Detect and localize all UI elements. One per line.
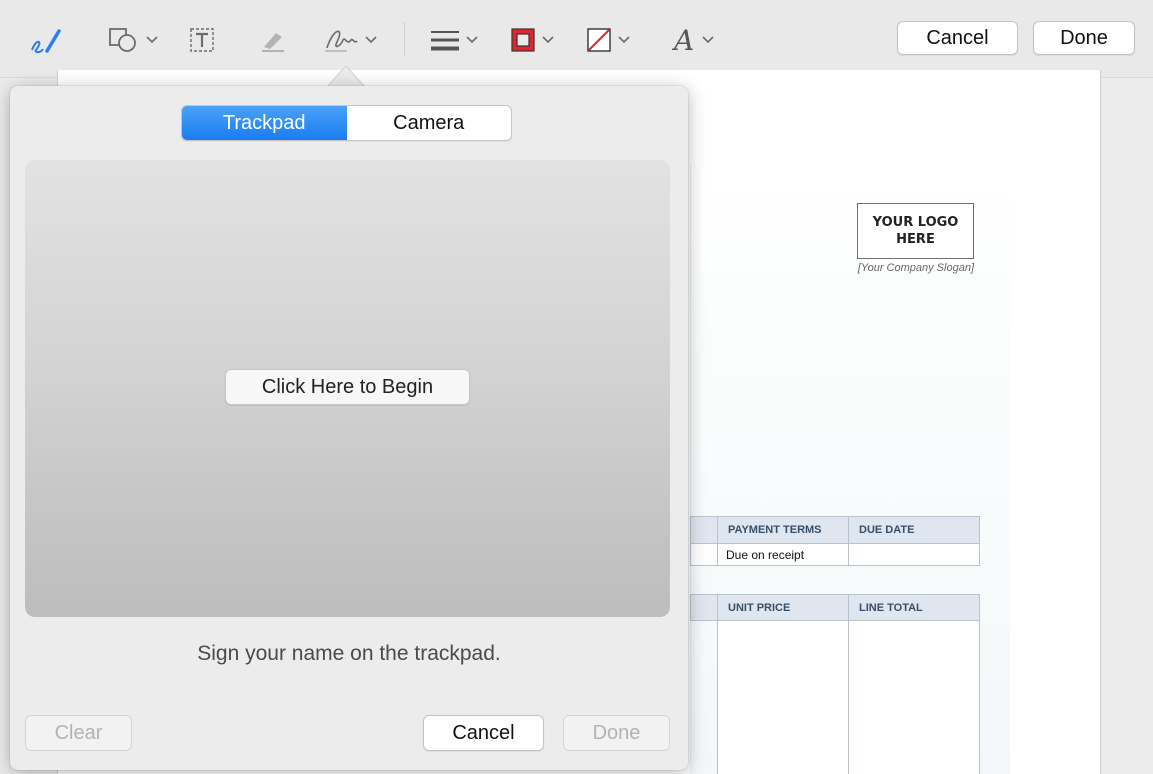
- chevron-down-icon: [702, 36, 714, 44]
- text-icon: [190, 28, 214, 52]
- text-style-icon: A: [672, 25, 694, 55]
- svg-text:A: A: [672, 25, 694, 55]
- signature-tool-button[interactable]: [323, 18, 377, 62]
- chevron-down-icon: [618, 36, 630, 44]
- signature-popover: Trackpad Camera Click Here to Begin Sign…: [10, 86, 688, 770]
- click-to-begin-button[interactable]: Click Here to Begin: [225, 369, 470, 405]
- line-style-icon: [431, 31, 459, 51]
- sketch-tool-button[interactable]: [28, 18, 64, 62]
- signature-capture-area[interactable]: Click Here to Begin: [25, 160, 670, 617]
- highlight-tool-button[interactable]: [258, 18, 288, 62]
- shapes-icon: [109, 28, 136, 52]
- table-header-payment-terms: PAYMENT TERMS: [717, 516, 849, 544]
- border-color-icon: [511, 28, 535, 52]
- input-source-segmented-control: Trackpad Camera: [181, 105, 512, 141]
- logo-placeholder: YOUR LOGO HERE: [857, 203, 974, 259]
- chevron-down-icon: [365, 36, 377, 44]
- border-color-button[interactable]: [510, 18, 554, 62]
- chevron-down-icon: [542, 36, 554, 44]
- toolbar-cancel-button[interactable]: Cancel: [897, 21, 1018, 55]
- line-style-button[interactable]: [430, 18, 478, 62]
- table-header-due-date: DUE DATE: [848, 516, 980, 544]
- fill-color-button[interactable]: [586, 18, 630, 62]
- sketch-icon: [31, 29, 61, 54]
- table-cell: [690, 544, 718, 566]
- table-header-cell: [690, 594, 718, 621]
- table-header-cell: [690, 516, 718, 544]
- toolbar-divider: [404, 22, 405, 56]
- clear-button[interactable]: Clear: [25, 715, 132, 751]
- highlight-icon: [262, 33, 284, 52]
- tab-trackpad[interactable]: Trackpad: [182, 106, 347, 140]
- table-column-line-total: [848, 621, 980, 774]
- done-button[interactable]: Done: [563, 715, 670, 751]
- popover-arrow: [326, 65, 366, 88]
- chevron-down-icon: [466, 36, 478, 44]
- toolbar-done-button[interactable]: Done: [1033, 21, 1135, 55]
- text-tool-button[interactable]: [189, 18, 215, 62]
- shapes-tool-button[interactable]: [108, 18, 158, 62]
- signature-instruction: Sign your name on the trackpad.: [197, 642, 501, 665]
- cancel-button[interactable]: Cancel: [423, 715, 544, 751]
- text-style-button[interactable]: A: [672, 18, 714, 62]
- table-column-unit-price: [717, 621, 849, 774]
- tab-camera[interactable]: Camera: [347, 106, 512, 140]
- table-cell-due-date: [848, 544, 980, 566]
- chevron-down-icon: [146, 36, 158, 44]
- company-slogan: [Your Company Slogan]: [857, 262, 974, 274]
- fill-color-icon: [587, 28, 611, 52]
- table-cell-payment-terms: Due on receipt: [717, 544, 849, 566]
- table-header-unit-price: UNIT PRICE: [717, 594, 849, 621]
- markup-toolbar: A Cancel Done: [0, 0, 1153, 78]
- signature-icon: [325, 30, 358, 52]
- table-header-line-total: LINE TOTAL: [848, 594, 980, 621]
